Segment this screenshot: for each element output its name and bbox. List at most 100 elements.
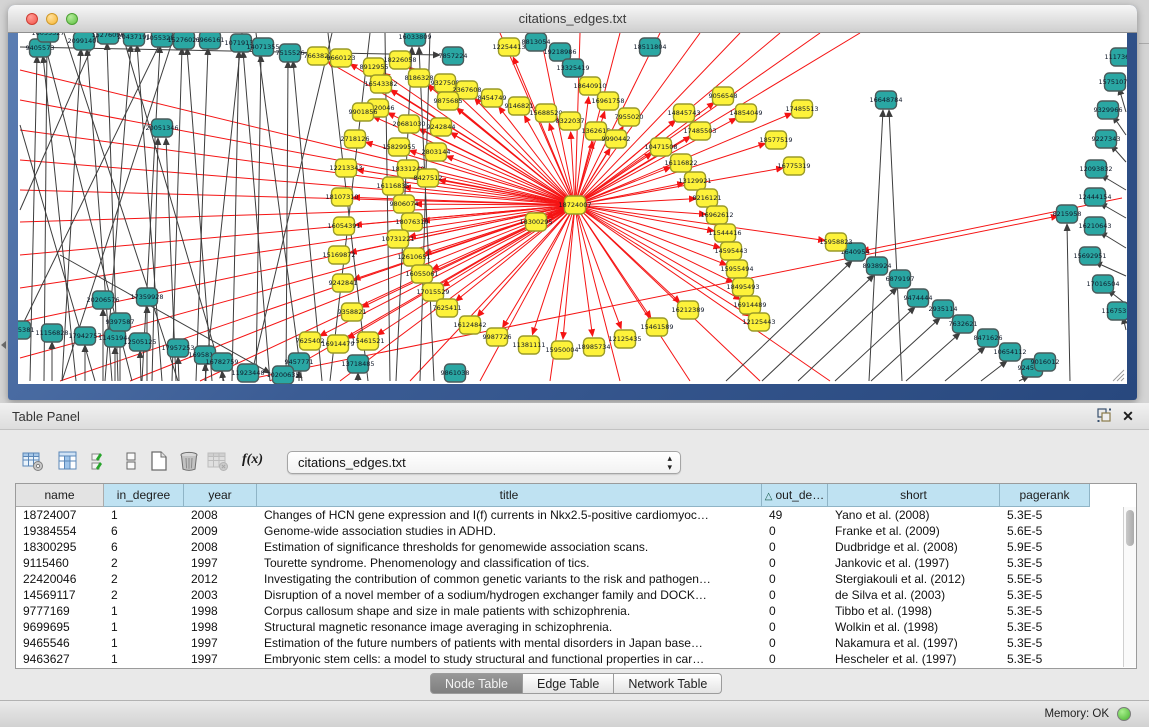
graph-edge[interactable]: [178, 357, 179, 381]
graph-node[interactable]: 9861038: [441, 364, 470, 382]
graph-node[interactable]: 14845743: [667, 104, 700, 122]
graph-node[interactable]: 17942757: [68, 327, 101, 345]
graph-node[interactable]: 18495493: [726, 278, 759, 296]
graph-edge[interactable]: [563, 205, 575, 339]
graph-node[interactable]: 15461589: [640, 318, 673, 336]
graph-node[interactable]: 17359928: [130, 288, 163, 306]
graph-edge[interactable]: [575, 205, 621, 329]
graph-node[interactable]: 7632621: [949, 315, 978, 333]
graph-node[interactable]: 16648784: [869, 91, 902, 109]
graph-node[interactable]: 20051346: [145, 119, 178, 137]
graph-node[interactable]: 14595443: [714, 242, 747, 260]
graph-node[interactable]: 12125443: [742, 313, 775, 331]
graph-node[interactable]: 16116822: [664, 154, 697, 172]
network-canvas[interactable]: 9405573160553272099140615276096204371911…: [18, 33, 1127, 384]
graph-node[interactable]: 8938924: [863, 257, 892, 275]
graph-node[interactable]: 18107310: [325, 188, 358, 206]
graph-node[interactable]: 11173634: [1104, 48, 1127, 66]
column-header-name[interactable]: name: [16, 484, 104, 507]
graph-node[interactable]: 15692951: [1073, 247, 1106, 265]
graph-edge[interactable]: [798, 288, 897, 381]
graph-edge[interactable]: [575, 205, 680, 303]
new-table-icon[interactable]: [148, 450, 170, 472]
graph-node[interactable]: 10654112: [993, 343, 1026, 361]
graph-node[interactable]: 18985734: [577, 338, 610, 356]
graph-node[interactable]: 12444154: [1078, 188, 1111, 206]
graph-node[interactable]: 7857224: [439, 47, 468, 65]
graph-node[interactable]: 11381111: [512, 336, 545, 354]
table-row[interactable]: 946362711997Embryonic stem cells: a mode…: [16, 651, 1123, 667]
table-row[interactable]: 911546021997Tourette syndrome. Phenomeno…: [16, 555, 1123, 571]
graph-node[interactable]: 9242844: [427, 118, 456, 136]
table-row[interactable]: 969969511998Structural magnetic resonanc…: [16, 619, 1123, 635]
graph-edge[interactable]: [871, 318, 940, 381]
graph-edge[interactable]: [250, 33, 332, 381]
graph-edge[interactable]: [232, 51, 239, 381]
graph-node[interactable]: 8454749: [478, 89, 507, 107]
close-panel-button[interactable]: ✕: [1119, 408, 1137, 425]
column-header-title[interactable]: title: [257, 484, 762, 507]
graph-edge[interactable]: [835, 307, 915, 381]
select-columns-icon[interactable]: [90, 450, 112, 472]
graph-edge[interactable]: [20, 190, 575, 205]
memory-ok-led-icon[interactable]: [1117, 707, 1131, 721]
graph-node[interactable]: 3915381: [18, 321, 34, 339]
graph-edge[interactable]: [20, 160, 575, 205]
graph-node[interactable]: 8660123: [327, 49, 356, 67]
column-header-out_de[interactable]: △out_de…: [762, 484, 828, 507]
graph-node[interactable]: 9397587: [106, 313, 135, 331]
graph-node[interactable]: 17016504: [1086, 275, 1119, 293]
graph-node[interactable]: 9806074: [390, 195, 419, 213]
graph-node[interactable]: 7625402: [296, 332, 325, 350]
table-row[interactable]: 946554611997Estimation of the future num…: [16, 635, 1123, 651]
graph-node[interactable]: 12213343: [329, 159, 362, 177]
graph-edge[interactable]: [60, 255, 270, 373]
table-vertical-scrollbar[interactable]: [1123, 507, 1136, 667]
graph-edge[interactable]: [869, 110, 883, 381]
graph-edge[interactable]: [945, 347, 985, 381]
graph-edge[interactable]: [20, 33, 165, 330]
function-builder-icon[interactable]: f(x): [242, 452, 264, 474]
graph-edge[interactable]: [20, 130, 575, 205]
graph-node[interactable]: 18511804: [633, 38, 666, 56]
graph-edge[interactable]: [1067, 224, 1070, 381]
tab-edge-table[interactable]: Edge Table: [523, 673, 614, 694]
graph-edge[interactable]: [222, 371, 223, 381]
graph-node[interactable]: 2803144: [422, 143, 451, 161]
graph-edge[interactable]: [762, 275, 874, 381]
graph-node[interactable]: 16210643: [1078, 217, 1111, 235]
graph-node[interactable]: 8471626: [974, 329, 1003, 347]
column-header-in_degree[interactable]: in_degree: [104, 484, 184, 507]
graph-node[interactable]: 2935114: [929, 300, 958, 318]
table-row[interactable]: 977716911998Corpus callosum shape and si…: [16, 603, 1123, 619]
graph-node[interactable]: 6879197: [886, 270, 915, 288]
panel-collapse-arrow[interactable]: [1, 341, 6, 349]
graph-edge[interactable]: [981, 361, 1007, 381]
table-row[interactable]: 2242004622012Investigating the contribut…: [16, 571, 1123, 587]
graph-node[interactable]: 15169872: [322, 246, 355, 264]
graph-node[interactable]: 16962612: [700, 206, 733, 224]
graph-node[interactable]: 7515526: [276, 44, 305, 62]
scrollbar-thumb[interactable]: [1126, 510, 1134, 546]
graph-node[interactable]: 13129921: [678, 172, 711, 190]
graph-node[interactable]: 9227343: [1092, 130, 1121, 148]
citation-graph[interactable]: 9405573160553272099140615276096204371911…: [18, 33, 1127, 384]
graph-edge[interactable]: [432, 205, 575, 269]
graph-node[interactable]: 20206576: [86, 291, 119, 309]
graph-node[interactable]: 16124842: [453, 316, 486, 334]
graph-node[interactable]: 11675314: [1101, 302, 1127, 320]
graph-edge[interactable]: [205, 33, 242, 381]
graph-edge[interactable]: [906, 333, 960, 381]
graph-node[interactable]: 15955494: [720, 260, 753, 278]
graph-edge[interactable]: [575, 205, 651, 318]
tab-node-table[interactable]: Node Table: [430, 673, 523, 694]
column-header-year[interactable]: year: [184, 484, 257, 507]
row-height-icon[interactable]: [120, 450, 142, 472]
graph-node[interactable]: 8216121: [693, 189, 722, 207]
graph-node[interactable]: 6966161: [196, 33, 225, 49]
graph-node[interactable]: 9987726: [483, 328, 512, 346]
graph-node[interactable]: 8215958: [1053, 205, 1082, 223]
table-select-combo[interactable]: citations_edges.txt ▴▾: [287, 451, 681, 474]
graph-edge[interactable]: [575, 33, 740, 205]
graph-node[interactable]: 15950004: [545, 341, 578, 359]
